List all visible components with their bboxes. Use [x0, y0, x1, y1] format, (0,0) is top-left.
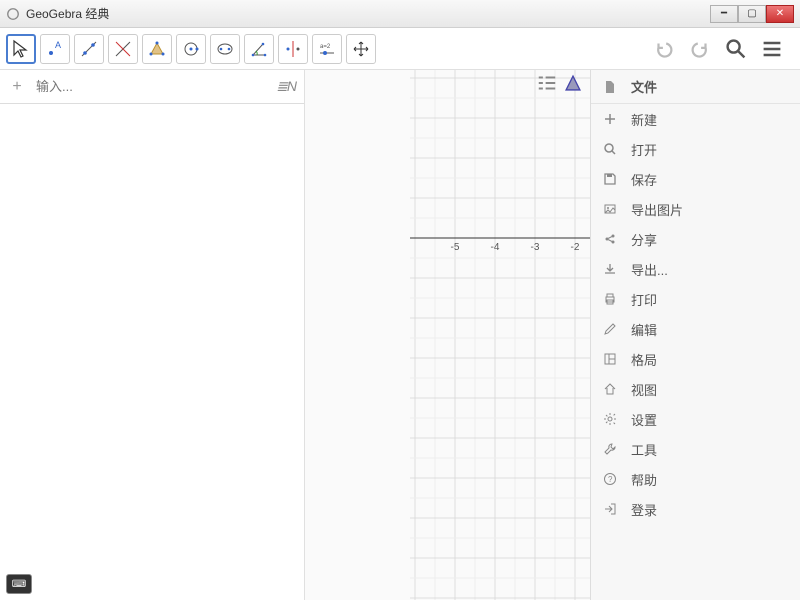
svg-text:-5: -5: [451, 242, 460, 253]
tool-line[interactable]: [74, 34, 104, 64]
menu-item-label: 登录: [631, 500, 657, 519]
add-object-button[interactable]: +: [8, 78, 26, 96]
menu-item-plus[interactable]: 新建: [591, 104, 800, 134]
menu-item-label: 导出图片: [631, 200, 683, 219]
algebra-panel: + ≣N: [0, 70, 305, 600]
tool-circle[interactable]: [176, 34, 206, 64]
tool-perpendicular[interactable]: [108, 34, 138, 64]
svg-text:-4: -4: [491, 242, 500, 253]
menu-item-wrench[interactable]: 工具: [591, 434, 800, 464]
redo-button[interactable]: [686, 35, 714, 63]
main-toolbar: A a=2: [0, 28, 800, 70]
tool-ellipse[interactable]: [210, 34, 240, 64]
menu-item-share[interactable]: 分享: [591, 224, 800, 254]
tool-slider[interactable]: a=2: [312, 34, 342, 64]
algebra-input[interactable]: [26, 79, 276, 94]
menu-item-download[interactable]: 导出...: [591, 254, 800, 284]
share-icon: [603, 232, 621, 246]
app-icon: [6, 7, 20, 21]
menu-item-help[interactable]: ? 帮助: [591, 464, 800, 494]
menu-item-label: 打印: [631, 290, 657, 309]
pencil-icon: [603, 322, 621, 336]
download-icon: [603, 262, 621, 276]
menu-item-layout[interactable]: 格局: [591, 344, 800, 374]
window-titlebar: GeoGebra 经典 ━ ▢ ✕: [0, 0, 800, 28]
menu-item-label: 导出...: [631, 260, 668, 279]
undo-button[interactable]: [650, 35, 678, 63]
main-menu-panel: 文件 新建打开保存导出图片分享导出... 打印编辑格局视图设置工具? 帮助登录: [590, 70, 800, 600]
tool-move-view[interactable]: [346, 34, 376, 64]
tool-polygon[interactable]: [142, 34, 172, 64]
menu-item-label: 帮助: [631, 470, 657, 489]
svg-text:?: ?: [608, 475, 613, 484]
menu-item-gear[interactable]: 设置: [591, 404, 800, 434]
search-icon: [603, 142, 621, 156]
menu-item-save[interactable]: 保存: [591, 164, 800, 194]
menu-item-home[interactable]: 视图: [591, 374, 800, 404]
close-button[interactable]: ✕: [766, 5, 794, 23]
virtual-keyboard-button[interactable]: ⌨: [6, 574, 32, 594]
plus-icon: [603, 112, 621, 126]
menu-item-image[interactable]: 导出图片: [591, 194, 800, 224]
login-icon: [603, 502, 621, 516]
menu-item-label: 打开: [631, 140, 657, 159]
tool-reflect[interactable]: [278, 34, 308, 64]
menu-item-label: 保存: [631, 170, 657, 189]
save-icon: [603, 172, 621, 186]
help-icon: ?: [603, 472, 621, 486]
menu-button[interactable]: [758, 35, 786, 63]
menu-item-label: 设置: [631, 410, 657, 429]
gear-icon: [603, 412, 621, 426]
image-icon: [603, 202, 621, 216]
menu-item-search[interactable]: 打开: [591, 134, 800, 164]
file-icon: [603, 80, 621, 94]
wrench-icon: [603, 442, 621, 456]
menu-item-label: 新建: [631, 110, 657, 129]
symbol-keyboard-button[interactable]: ≣N: [276, 78, 296, 95]
menu-item-label: 分享: [631, 230, 657, 249]
window-title: GeoGebra 经典: [26, 5, 109, 22]
minimize-button[interactable]: ━: [710, 5, 738, 23]
menu-item-pencil[interactable]: 编辑: [591, 314, 800, 344]
menu-item-label: 工具: [631, 440, 657, 459]
menu-item-label: 编辑: [631, 320, 657, 339]
view-style-button[interactable]: [562, 72, 584, 94]
svg-text:-2: -2: [571, 242, 580, 253]
svg-text:A: A: [55, 40, 61, 50]
layout-icon: [603, 352, 621, 366]
menu-header: 文件: [591, 70, 800, 104]
menu-item-login[interactable]: 登录: [591, 494, 800, 524]
svg-text:-3: -3: [531, 242, 540, 253]
maximize-button[interactable]: ▢: [738, 5, 766, 23]
search-button[interactable]: [722, 35, 750, 63]
home-icon: [603, 382, 621, 396]
tool-point[interactable]: A: [40, 34, 70, 64]
print-icon: [603, 292, 621, 306]
tool-move[interactable]: [6, 34, 36, 64]
menu-item-print[interactable]: 打印: [591, 284, 800, 314]
tool-angle[interactable]: [244, 34, 274, 64]
menu-item-label: 视图: [631, 380, 657, 399]
svg-text:a=2: a=2: [320, 44, 331, 50]
view-list-button[interactable]: [536, 72, 558, 94]
menu-item-label: 格局: [631, 350, 657, 369]
